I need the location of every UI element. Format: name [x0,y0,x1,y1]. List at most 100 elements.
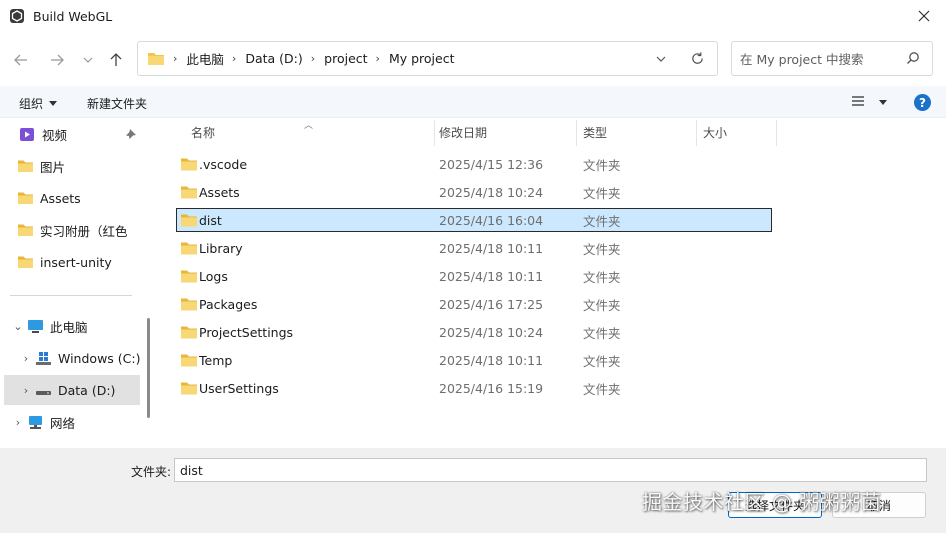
close-icon[interactable] [916,8,932,24]
arrow-left-icon [14,54,27,66]
sidebar-item-windows-drive[interactable]: › Windows (C:) [18,343,142,373]
sidebar-item-label: 图片 [40,159,66,175]
chevron-right-icon[interactable]: › [18,384,34,397]
column-divider[interactable] [776,120,777,146]
organize-label: 组织 [19,97,44,111]
window-title: Build WebGL [33,8,113,24]
file-type: 文件夹 [583,325,621,341]
network-icon [26,414,44,430]
chevron-right-icon: › [310,52,316,65]
organize-menu-button[interactable]: 组织 [19,95,58,112]
file-row[interactable]: Assets 2025/4/18 10:24 文件夹 [176,180,772,204]
back-button[interactable] [10,49,32,71]
sidebar-item-label: 网络 [50,415,76,431]
pin-icon[interactable] [125,128,137,140]
file-row-selected[interactable]: dist 2025/4/16 16:04 文件夹 [176,208,772,232]
sidebar-item-network[interactable]: › 网络 [10,407,140,437]
folder-name-input[interactable] [174,458,927,482]
sidebar-item-label: 视频 [42,127,68,143]
file-name: Library [199,240,243,256]
file-row[interactable]: UserSettings 2025/4/16 15:19 文件夹 [176,376,772,400]
file-row[interactable]: .vscode 2025/4/15 12:36 文件夹 [176,152,772,176]
folder-icon [181,298,197,311]
column-divider[interactable] [696,120,697,146]
file-date: 2025/4/18 10:24 [439,184,544,200]
drive-icon [34,382,52,398]
sidebar-item-pictures[interactable]: 图片 [16,151,141,181]
search-icon[interactable] [906,51,920,65]
sidebar-item-label: 此电脑 [50,319,88,335]
help-button[interactable]: ? [914,94,931,111]
folder-icon [181,186,197,199]
file-type: 文件夹 [583,381,621,397]
recent-locations-button[interactable] [77,49,99,71]
file-name: UserSettings [199,380,279,396]
file-row[interactable]: Temp 2025/4/18 10:11 文件夹 [176,348,772,372]
file-name: Logs [199,268,228,284]
folder-icon [16,190,34,206]
chevron-right-icon[interactable]: › [10,416,26,429]
search-box[interactable] [731,41,933,76]
sidebar-item-assets[interactable]: Assets [16,183,141,213]
file-name: Temp [199,352,233,368]
command-toolbar: 组织 新建文件夹 [0,86,946,118]
chevron-down-icon[interactable]: ⌄ [10,320,26,333]
up-button[interactable] [105,49,127,71]
file-name: Assets [199,184,240,200]
chevron-right-icon[interactable]: › [18,352,34,365]
file-date: 2025/4/18 10:11 [439,352,544,368]
sidebar-item-label: insert-unity [40,254,112,270]
file-row[interactable]: Library 2025/4/18 10:11 文件夹 [176,236,772,260]
chevron-right-icon: › [173,52,178,65]
sidebar-item-data-drive[interactable]: › Data (D:) [4,375,140,405]
folder-icon [16,222,34,238]
arrow-up-icon [110,53,122,66]
column-divider[interactable] [576,120,577,146]
question-mark-icon: ? [919,95,926,110]
file-type: 文件夹 [583,157,621,173]
file-date: 2025/4/16 17:25 [439,296,544,312]
refresh-icon[interactable] [690,51,705,66]
sidebar-item-label: Assets [40,190,81,206]
sidebar-divider [10,295,132,296]
file-type: 文件夹 [583,213,621,229]
new-folder-button[interactable]: 新建文件夹 [87,95,147,112]
breadcrumb-my-project[interactable]: My project [389,51,455,66]
column-header-size[interactable]: 大小 [703,118,727,146]
column-header-name[interactable]: 名称 [191,118,215,146]
sidebar-item-internship[interactable]: 实习附册（红色 [16,215,141,245]
file-date: 2025/4/18 10:11 [439,240,544,256]
column-header-date[interactable]: 修改日期 [439,118,487,146]
sidebar-item-label: Data (D:) [58,382,116,398]
column-divider[interactable] [434,120,435,146]
file-type: 文件夹 [583,241,621,257]
file-row[interactable]: ProjectSettings 2025/4/18 10:24 文件夹 [176,320,772,344]
column-header-type[interactable]: 类型 [583,118,607,146]
folder-icon [181,326,197,339]
breadcrumb-drive[interactable]: Data (D:) [245,51,302,66]
file-type: 文件夹 [583,297,621,313]
caret-down-icon [49,101,58,106]
search-input[interactable] [740,50,900,68]
chevron-down-icon[interactable] [655,53,667,65]
forward-button[interactable] [46,49,68,71]
sidebar-scrollbar[interactable] [147,318,150,418]
chevron-down-icon [83,57,93,63]
breadcrumb-project[interactable]: project [324,51,367,66]
file-date: 2025/4/16 16:04 [439,212,544,228]
address-bar[interactable]: › 此电脑 › Data (D:) › project › My project [137,41,718,76]
windows-drive-icon [34,350,52,366]
sort-ascending-icon: ︿ [304,121,314,131]
file-name: dist [199,212,222,228]
file-row[interactable]: Logs 2025/4/18 10:11 文件夹 [176,264,772,288]
file-row[interactable]: Packages 2025/4/16 17:25 文件夹 [176,292,772,316]
breadcrumb-this-pc[interactable]: 此电脑 [186,49,224,68]
folder-icon [181,158,197,171]
folder-icon [181,242,197,255]
view-options-button[interactable] [851,95,887,110]
navigation-bar: › 此电脑 › Data (D:) › project › My project [0,32,946,86]
file-date: 2025/4/16 15:19 [439,380,544,396]
sidebar-item-insert-unity[interactable]: insert-unity [16,247,141,277]
folder-icon [181,354,197,367]
sidebar-item-this-pc[interactable]: ⌄ 此电脑 [10,311,140,341]
